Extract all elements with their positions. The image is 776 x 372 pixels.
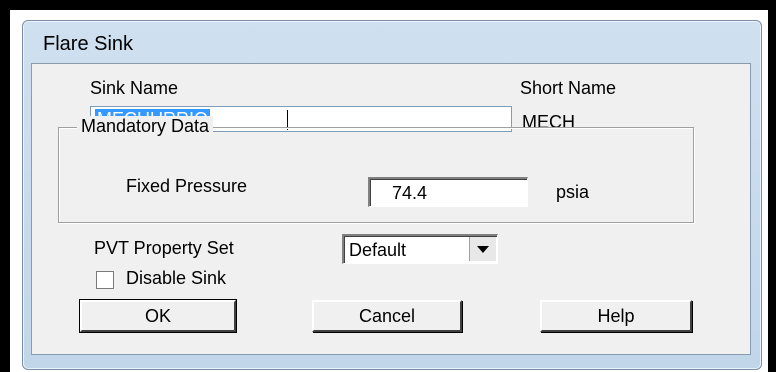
screen-border-right	[768, 0, 776, 372]
short-name-label: Short Name	[520, 78, 617, 98]
screen-border-top	[0, 0, 776, 10]
disable-sink-checkbox[interactable]	[96, 271, 114, 289]
ok-button[interactable]: OK	[79, 299, 237, 333]
fixed-pressure-input[interactable]: 74.4	[368, 177, 528, 207]
fixed-pressure-label: Fixed Pressure	[126, 176, 248, 196]
screen-border-left	[0, 0, 10, 372]
fixed-pressure-value: 74.4	[392, 183, 428, 203]
mandatory-data-label: Mandatory Data	[77, 116, 214, 137]
help-button[interactable]: Help	[540, 300, 692, 332]
pvt-property-set-label: PVT Property Set	[94, 238, 234, 258]
pvt-property-set-select[interactable]: Default	[342, 234, 498, 264]
chevron-down-icon[interactable]	[469, 237, 496, 261]
cancel-button[interactable]: Cancel	[312, 300, 462, 332]
mandatory-data-group: Mandatory Data	[58, 116, 694, 223]
sink-name-label: Sink Name	[90, 78, 179, 98]
disable-sink-label: Disable Sink	[126, 268, 227, 288]
pvt-selected-value: Default	[349, 240, 407, 260]
dialog-title: Flare Sink	[43, 33, 134, 55]
pressure-unit: psia	[556, 182, 590, 202]
